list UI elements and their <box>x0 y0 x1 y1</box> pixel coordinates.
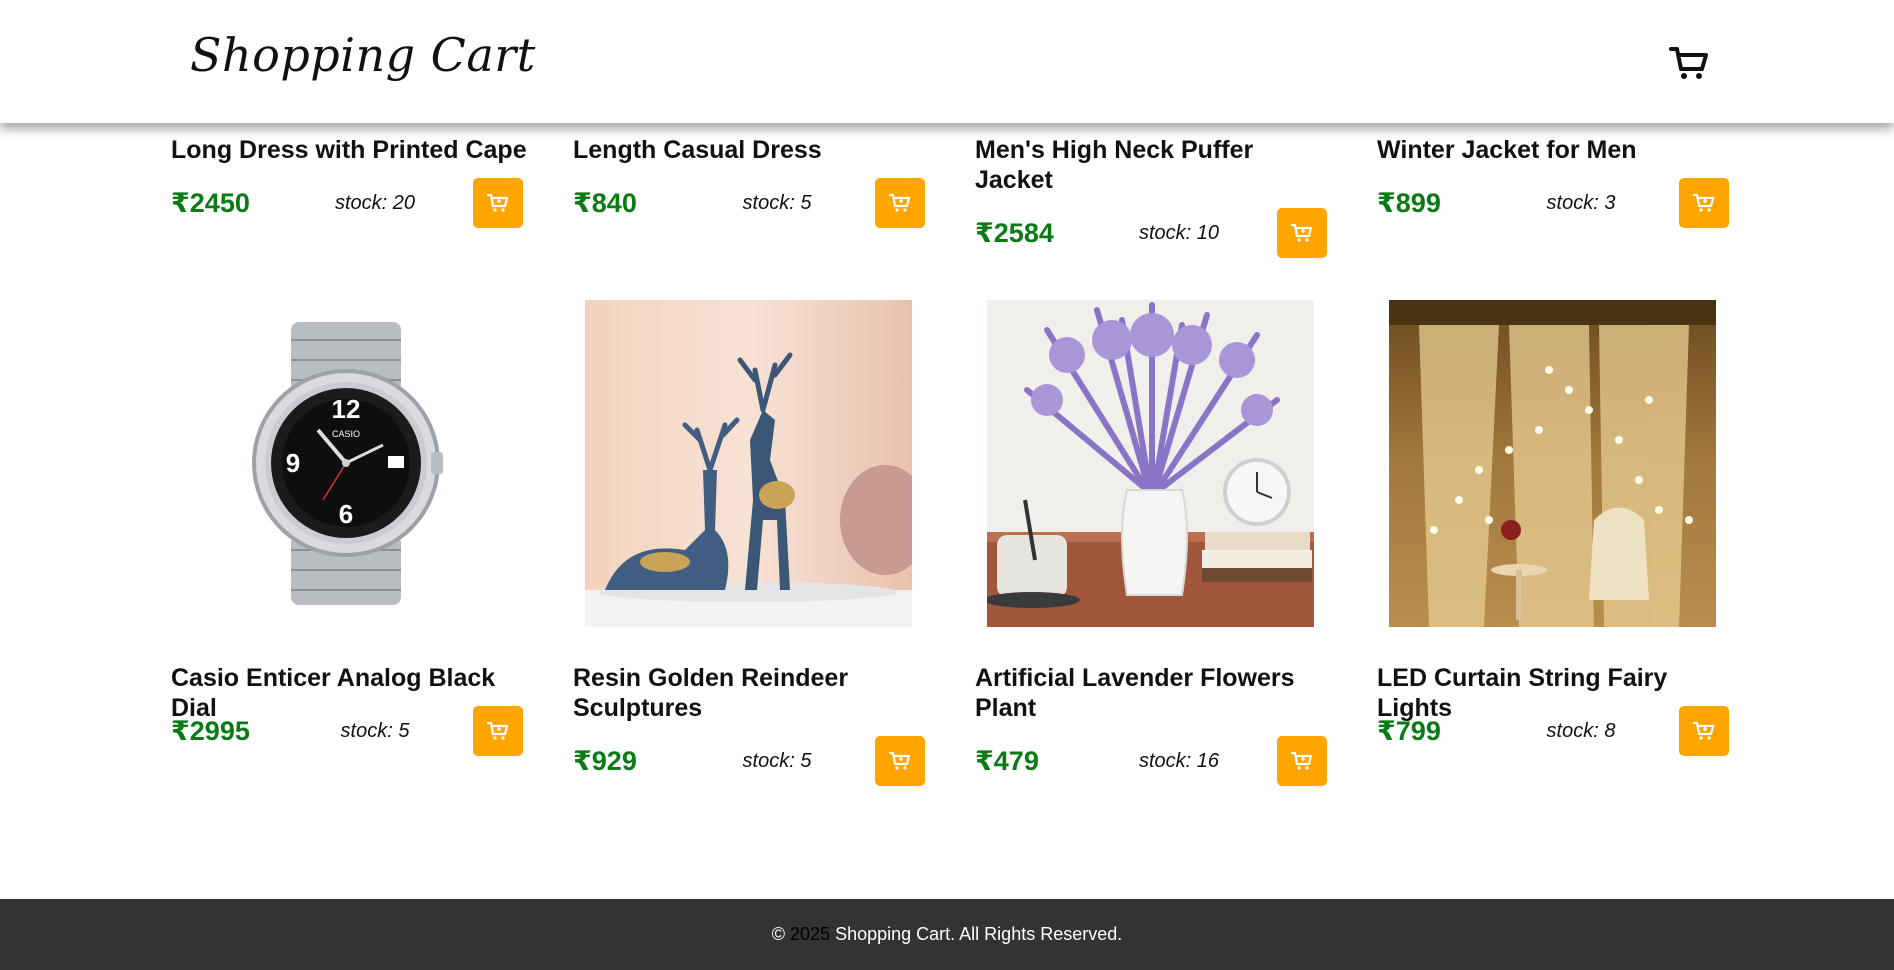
svg-text:CASIO: CASIO <box>332 429 360 439</box>
cart-icon <box>487 721 509 740</box>
add-to-cart-button[interactable] <box>1277 208 1327 258</box>
add-to-cart-button[interactable] <box>1277 736 1327 786</box>
product-price: ₹899 <box>1377 187 1441 218</box>
product-title: Men's High Neck Puffer Jacket <box>975 136 1254 194</box>
cart-icon <box>1693 721 1715 740</box>
cart-icon <box>1669 47 1708 79</box>
product-price: ₹840 <box>573 187 637 218</box>
product-title: Artificial Lavender Flowers Plant <box>975 664 1295 722</box>
product-stock: stock: 5 <box>742 749 812 772</box>
copyright-year: 2025 <box>790 924 831 944</box>
product-title: Length Casual Dress <box>573 136 822 164</box>
add-to-cart-button[interactable] <box>473 706 523 756</box>
footer-text: Shopping Cart. All Rights Reserved. <box>835 924 1123 944</box>
add-to-cart-button[interactable] <box>1679 178 1729 228</box>
product-stock: stock: 16 <box>1138 749 1220 772</box>
product-title: Resin Golden Reindeer Sculptures <box>573 664 849 722</box>
product-stock: stock: 3 <box>1546 191 1616 214</box>
add-to-cart-button[interactable] <box>875 736 925 786</box>
product-card: Long Dress with Printed Cape ₹2450 stock… <box>171 135 531 228</box>
product-title: Long Dress with Printed Cape <box>171 136 527 164</box>
copyright-symbol: © <box>771 924 786 944</box>
product-stock: stock: 10 <box>1138 221 1220 244</box>
product-card: Length Casual Dress ₹840 stock: 5 <box>573 135 933 228</box>
cart-icon <box>1291 223 1313 242</box>
product-card: Men's High Neck Puffer Jacket ₹2584 stoc… <box>975 135 1335 258</box>
reindeer-sculpture-image[interactable] <box>585 300 912 627</box>
product-price: ₹799 <box>1377 715 1441 746</box>
product-price: ₹2995 <box>171 715 250 746</box>
product-title: Winter Jacket for Men <box>1377 136 1637 164</box>
product-price: ₹2584 <box>975 217 1054 248</box>
product-stock: stock: 5 <box>742 191 812 214</box>
add-to-cart-button[interactable] <box>875 178 925 228</box>
cart-icon <box>1291 751 1313 770</box>
wristwatch-image[interactable]: 12 6 9 CASIO <box>183 300 510 627</box>
product-stock: stock: 20 <box>334 191 416 214</box>
add-to-cart-button[interactable] <box>473 178 523 228</box>
cart-icon <box>1693 193 1715 212</box>
lavender-vase-image[interactable] <box>987 300 1314 627</box>
site-header: Shopping Cart <box>0 0 1894 123</box>
site-footer: © 2025 Shopping Cart. All Rights Reserve… <box>0 899 1894 970</box>
cart-button[interactable] <box>1666 40 1712 86</box>
add-to-cart-button[interactable] <box>1679 706 1729 756</box>
svg-text:12: 12 <box>332 394 361 424</box>
cart-icon <box>889 193 911 212</box>
svg-text:9: 9 <box>286 448 300 478</box>
product-price: ₹479 <box>975 745 1039 776</box>
svg-text:6: 6 <box>339 499 353 529</box>
product-stock: stock: 8 <box>1546 719 1616 742</box>
site-logo[interactable]: Shopping Cart <box>190 28 536 82</box>
product-card: Winter Jacket for Men ₹899 stock: 3 <box>1377 135 1737 228</box>
product-price: ₹929 <box>573 745 637 776</box>
cart-icon <box>487 193 509 212</box>
product-card: 12 6 9 CASIO Casio Enticer Analog Black … <box>171 300 531 760</box>
cart-icon <box>889 751 911 770</box>
product-card: Artificial Lavender Flowers Plant ₹479 s… <box>975 300 1335 790</box>
product-stock: stock: 5 <box>340 719 410 742</box>
product-price: ₹2450 <box>171 187 250 218</box>
fairy-lights-curtain-image[interactable] <box>1389 300 1716 627</box>
product-card: LED Curtain String Fairy Lights ₹799 sto… <box>1377 300 1737 760</box>
product-card: Resin Golden Reindeer Sculptures ₹929 st… <box>573 300 933 790</box>
